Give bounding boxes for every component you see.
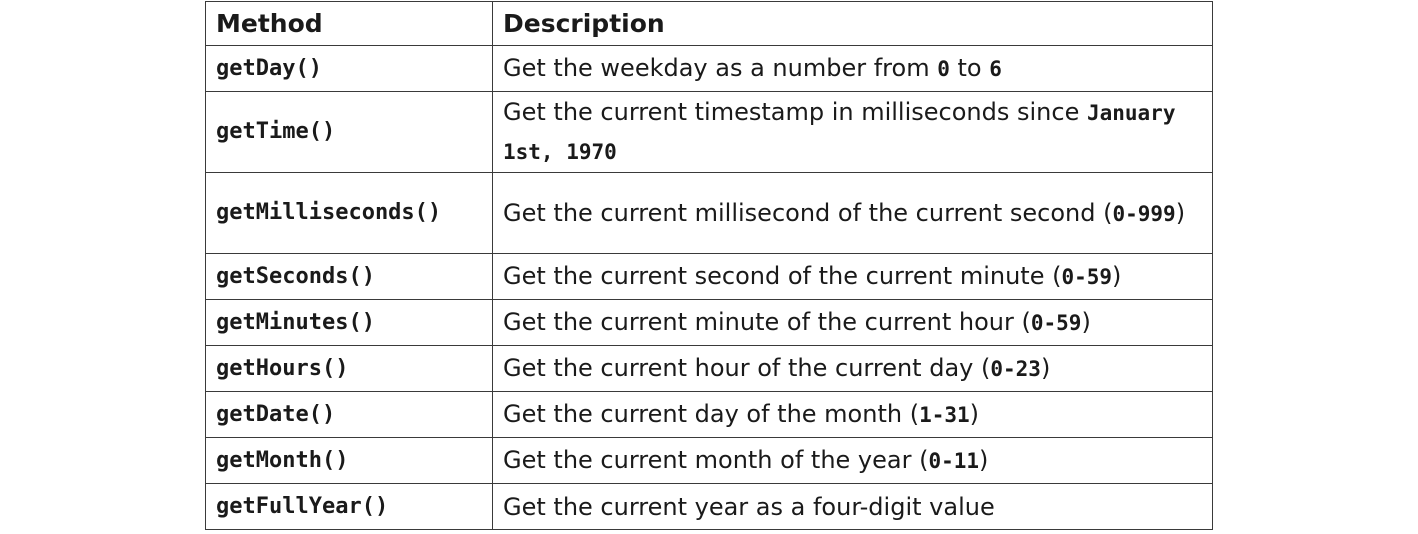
inline-code: 0-59 <box>1061 265 1113 289</box>
header-description: Description <box>492 1 1213 46</box>
table-header-row: Method Description <box>205 1 1213 46</box>
table-row: getTime() Get the current timestamp in m… <box>205 91 1213 173</box>
method-description: Get the weekday as a number from 0 to 6 <box>492 45 1213 92</box>
description-text: ) <box>1175 198 1186 227</box>
description-text: to <box>949 54 990 82</box>
description-text: Get the current second of the current mi… <box>503 262 1062 290</box>
method-name: getTime() <box>205 91 493 173</box>
inline-code: 1-31 <box>919 403 970 427</box>
description-text: Get the current millisecond of the curre… <box>503 198 1113 227</box>
description-text: Get the current hour of the current day … <box>503 354 991 382</box>
inline-code: 0-59 <box>1030 311 1082 335</box>
date-methods-table: Method Description getDay() Get the week… <box>205 1 1213 530</box>
table-row: getMonth() Get the current month of the … <box>205 437 1213 484</box>
description-text: ) <box>979 446 989 474</box>
method-description: Get the current timestamp in millisecond… <box>492 91 1213 173</box>
description-text: ) <box>1081 308 1091 336</box>
inline-code: 6 <box>989 57 1002 81</box>
method-name: getSeconds() <box>205 253 493 300</box>
method-description: Get the current minute of the current ho… <box>492 299 1213 346</box>
table-row: getDate() Get the current day of the mon… <box>205 391 1213 438</box>
description-text: ) <box>1040 354 1051 382</box>
method-description: Get the current second of the current mi… <box>492 253 1213 300</box>
table-row: getSeconds() Get the current second of t… <box>205 253 1213 300</box>
description-text: Get the current month of the year ( <box>503 446 929 474</box>
description-text: ) <box>969 400 980 428</box>
method-name: getDate() <box>205 391 493 438</box>
table-row: getMinutes() Get the current minute of t… <box>205 299 1213 346</box>
inline-code: 0-23 <box>990 357 1041 381</box>
inline-code: 0 <box>937 57 950 81</box>
table-row: getDay() Get the weekday as a number fro… <box>205 45 1213 92</box>
method-name: getMinutes() <box>205 299 493 346</box>
inline-code: 0-11 <box>928 449 980 473</box>
method-name: getMilliseconds() <box>205 172 493 254</box>
description-text: Get the current timestamp in millisecond… <box>503 98 1087 126</box>
method-description: Get the current millisecond of the curre… <box>492 172 1213 254</box>
method-name: getHours() <box>205 345 493 392</box>
method-description: Get the current month of the year (0-11) <box>492 437 1213 484</box>
table-row: getHours() Get the current hour of the c… <box>205 345 1213 392</box>
method-description: Get the current day of the month (1-31) <box>492 391 1213 438</box>
method-description: Get the current hour of the current day … <box>492 345 1213 392</box>
description-text: Get the weekday as a number from <box>503 54 938 82</box>
description-text: ) <box>1112 262 1122 290</box>
description-text: Get the current minute of the current ho… <box>503 308 1031 336</box>
header-method: Method <box>205 1 493 46</box>
table-row: getFullYear() Get the current year as a … <box>205 483 1213 530</box>
description-text: Get the current year as a four-digit val… <box>503 492 995 521</box>
method-name: getDay() <box>205 45 493 92</box>
method-name: getFullYear() <box>205 483 493 530</box>
method-description: Get the current year as a four-digit val… <box>492 483 1213 530</box>
inline-code: 0-999 <box>1112 201 1176 226</box>
description-text: Get the current day of the month ( <box>503 400 920 428</box>
table-row: getMilliseconds() Get the current millis… <box>205 172 1213 254</box>
method-name: getMonth() <box>205 437 493 484</box>
